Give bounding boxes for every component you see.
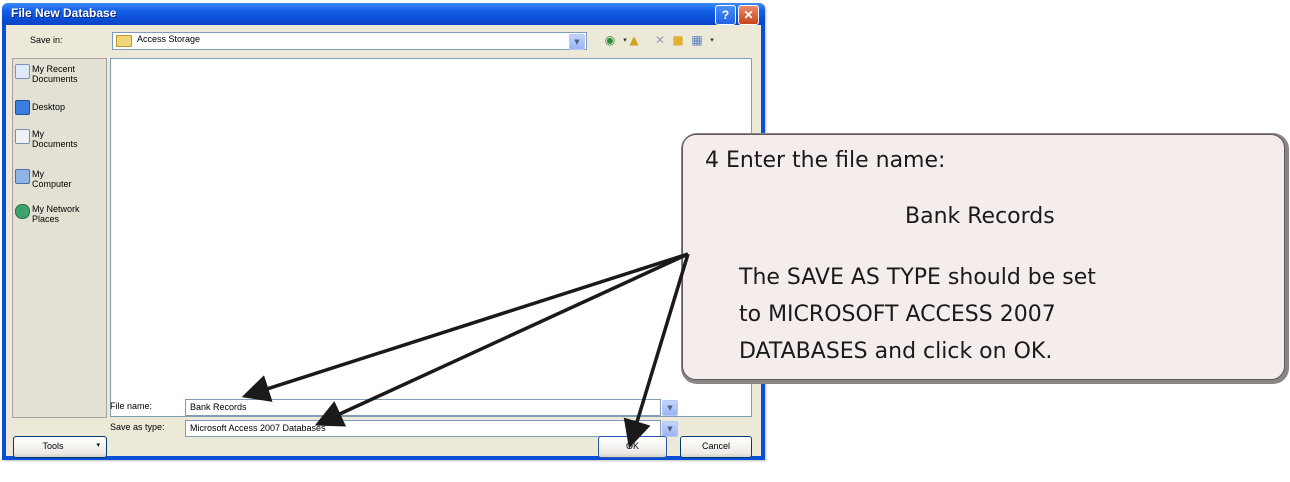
network-places-icon [15, 204, 30, 219]
cancel-button[interactable]: Cancel [680, 436, 752, 458]
desktop-icon [15, 100, 30, 115]
file-list[interactable] [110, 58, 752, 417]
file-name-value: Bank Records [190, 402, 247, 412]
place-recent-documents[interactable]: My Recent Documents [15, 64, 105, 90]
callout-file-name: Bank Records [905, 204, 1055, 229]
save-as-type-dropdown-icon[interactable]: ▼ [662, 421, 678, 437]
save-in-label: Save in: [30, 35, 63, 45]
back-icon[interactable]: ◉ [602, 33, 618, 47]
save-in-combobox[interactable]: Access Storage ▼ [112, 32, 587, 50]
callout-body: The SAVE AS TYPE should be set to MICROS… [739, 259, 1279, 370]
ok-button-label: OK [625, 441, 639, 451]
views-icon[interactable]: ▦ [689, 33, 705, 47]
cancel-button-label: Cancel [701, 441, 730, 451]
my-documents-icon [15, 129, 30, 144]
callout-body-line: DATABASES and click on OK. [739, 339, 1053, 364]
file-name-label: File name: [110, 401, 153, 411]
tools-dropdown-icon: ▾ [96, 442, 100, 449]
delete-icon[interactable]: ✕ [652, 33, 668, 47]
ok-button[interactable]: OK [598, 436, 667, 458]
callout-step-text: 4 Enter the file name: [705, 148, 946, 173]
places-bar: My Recent Documents Desktop My Documents… [12, 58, 107, 418]
folder-icon [116, 35, 132, 47]
title-bar[interactable]: File New Database ? ✕ [2, 3, 765, 25]
dialog-title: File New Database [11, 6, 117, 20]
place-desktop[interactable]: Desktop [15, 100, 105, 115]
my-computer-icon [15, 169, 30, 184]
save-as-type-label: Save as type: [110, 422, 165, 432]
save-in-value: Access Storage [137, 34, 201, 44]
file-name-field[interactable]: Bank Records [185, 399, 661, 416]
callout-body-line: to MICROSOFT ACCESS 2007 [739, 302, 1056, 327]
save-as-type-select[interactable]: Microsoft Access 2007 Databases [185, 420, 661, 437]
tools-button-label: Tools [42, 441, 64, 451]
file-new-database-dialog: File New Database ? ✕ Save in: Access St… [2, 3, 765, 460]
up-folder-icon[interactable]: ▲ [626, 33, 642, 47]
place-my-computer[interactable]: My Computer [15, 169, 105, 195]
place-my-documents[interactable]: My Documents [15, 129, 105, 155]
file-name-dropdown-icon[interactable]: ▼ [662, 400, 678, 416]
views-dropdown-icon[interactable]: ▾ [704, 33, 720, 47]
recent-documents-icon [15, 64, 30, 79]
callout-body-line: The SAVE AS TYPE should be set [739, 265, 1096, 290]
save-as-type-value: Microsoft Access 2007 Databases [190, 423, 326, 433]
dialog-client-area: Save in: Access Storage ▼ ◉ ▾ ▲ ✕ ■ ▦ ▾ … [6, 25, 761, 458]
chevron-down-icon[interactable]: ▼ [569, 34, 585, 50]
tools-button[interactable]: Tools ▾ [13, 436, 107, 458]
place-network-places[interactable]: My Network Places [15, 204, 105, 230]
help-button[interactable]: ? [715, 5, 736, 25]
new-folder-icon[interactable]: ■ [670, 33, 686, 47]
close-button[interactable]: ✕ [738, 5, 759, 25]
